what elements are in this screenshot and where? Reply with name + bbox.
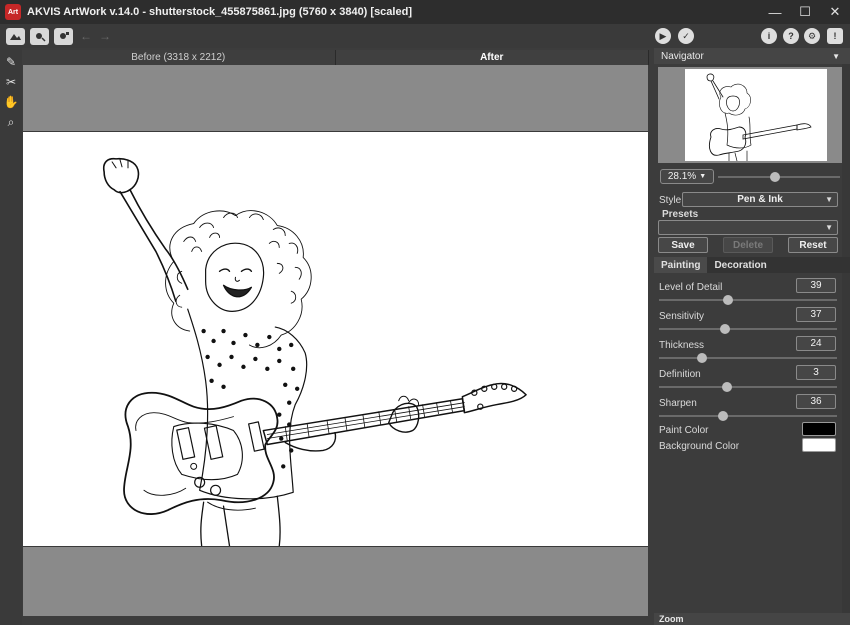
param-value-input[interactable]: 24 [796, 336, 836, 351]
param-label: Definition [659, 369, 701, 380]
tab-painting[interactable]: Painting [654, 257, 708, 273]
maximize-button[interactable]: ☐ [790, 0, 820, 24]
tool-strip: ✎ ✂ ✋ ⌕ [0, 48, 22, 625]
image-viewport[interactable] [23, 65, 648, 616]
hand-tool[interactable]: ✋ [0, 92, 22, 112]
eraser-tool[interactable]: ✂ [0, 72, 22, 92]
zoom-control: 28.1% ▼ [658, 169, 846, 185]
brush-tool[interactable]: ✎ [0, 52, 22, 72]
thumbnail-sketch [706, 73, 812, 162]
background-color-swatch[interactable] [802, 438, 836, 452]
navigator-preview[interactable] [658, 67, 846, 163]
param-level-of-detail: Level of Detail 39 [654, 278, 850, 310]
param-value-input[interactable]: 39 [796, 278, 836, 293]
param-value-input[interactable]: 36 [796, 394, 836, 409]
param-slider-track[interactable] [659, 415, 837, 417]
save-image-button[interactable] [30, 27, 49, 45]
background-color-row: Background Color [654, 438, 850, 457]
navigator-title: Navigator [661, 50, 704, 62]
hand-icon: ✋ [3, 95, 19, 109]
param-slider-handle[interactable] [718, 411, 729, 421]
eraser-icon: ✂ [5, 75, 17, 89]
navigator-menu-icon[interactable]: ▼ [832, 52, 840, 61]
result-image [23, 131, 648, 547]
preset-buttons: Save Delete Reset [658, 237, 838, 253]
param-value-input[interactable]: 3 [796, 365, 836, 380]
param-label: Sensitivity [659, 311, 705, 322]
open-image-button[interactable] [6, 27, 25, 45]
param-sensitivity: Sensitivity 37 [654, 307, 850, 339]
pen-ink-sketch [102, 157, 527, 547]
zoom-value: 28.1% [667, 171, 697, 182]
param-value-input[interactable]: 37 [796, 307, 836, 322]
param-slider-handle[interactable] [719, 324, 730, 334]
open-image-icon [10, 33, 21, 40]
param-slider-track[interactable] [659, 357, 837, 359]
help-button[interactable]: ? [783, 28, 799, 44]
paint-color-label: Paint Color [659, 425, 709, 436]
main-toolbar: ← → ▶ ✓ i ? ⚙ ! [0, 24, 850, 48]
navigator-header: Navigator ▼ [654, 48, 850, 64]
background-color-label: Background Color [659, 441, 740, 452]
navigator-thumbnail [685, 69, 827, 162]
close-button[interactable]: ✕ [820, 0, 850, 24]
param-slider-track[interactable] [659, 386, 837, 388]
zoom-panel-header: Zoom [654, 613, 850, 625]
chevron-down-icon: ▼ [825, 195, 833, 204]
settings-panel: Navigator ▼ 28.1% ▼ Style: Pen & Ink ▼ P… [654, 48, 850, 625]
reset-button[interactable]: Reset [788, 237, 838, 253]
before-after-tabs: Before (3318 x 2212) After [22, 50, 649, 65]
window-title: AKVIS ArtWork v.14.0 - shutterstock_4558… [27, 6, 412, 18]
delete-preset-button[interactable]: Delete [723, 237, 773, 253]
tab-decoration[interactable]: Decoration [707, 257, 773, 273]
param-slider-track[interactable] [659, 328, 837, 330]
tab-after[interactable]: After [335, 50, 649, 65]
style-label: Style: [659, 195, 685, 206]
window-controls: — ☐ ✕ [760, 0, 850, 24]
brush-icon: ✎ [5, 55, 17, 69]
param-thickness: Thickness 24 [654, 336, 850, 368]
app-logo-icon: Art [5, 4, 21, 20]
chevron-down-icon: ▼ [699, 173, 707, 180]
presets-select[interactable]: ▼ [658, 220, 838, 235]
param-definition: Definition 3 [654, 365, 850, 397]
print-image-icon [60, 31, 69, 39]
save-preset-button[interactable]: Save [658, 237, 708, 253]
paint-color-swatch[interactable] [802, 422, 836, 436]
chevron-down-icon: ▼ [825, 223, 833, 232]
param-slider-track[interactable] [659, 299, 837, 301]
zoom-slider-handle[interactable] [770, 172, 781, 182]
presets-label: Presets [662, 209, 699, 220]
run-button[interactable]: ▶ [655, 28, 671, 44]
param-slider-handle[interactable] [723, 295, 734, 305]
param-label: Level of Detail [659, 282, 723, 293]
settings-button[interactable]: ⚙ [804, 28, 820, 44]
minimize-button[interactable]: — [760, 0, 790, 24]
settings-tabs: Painting Decoration [654, 257, 850, 273]
param-label: Thickness [659, 340, 705, 351]
redo-button[interactable]: → [99, 29, 111, 43]
apply-button[interactable]: ✓ [678, 28, 694, 44]
save-image-icon [36, 32, 46, 42]
canvas-area: Before (3318 x 2212) After [22, 48, 649, 620]
param-label: Sharpen [659, 398, 697, 409]
tab-before[interactable]: Before (3318 x 2212) [22, 50, 336, 65]
title-bar: Art AKVIS ArtWork v.14.0 - shutterstock_… [0, 0, 850, 24]
undo-button[interactable]: ← [80, 29, 92, 43]
print-image-button[interactable] [54, 27, 73, 45]
zoom-select[interactable]: 28.1% ▼ [660, 169, 714, 184]
zoom-tool[interactable]: ⌕ [0, 112, 22, 132]
style-value: Pen & Ink [737, 194, 783, 205]
zoom-icon: ⌕ [7, 114, 15, 129]
param-slider-handle[interactable] [696, 353, 707, 363]
style-select[interactable]: Pen & Ink ▼ [682, 192, 838, 207]
notifications-button[interactable]: ! [827, 28, 843, 44]
param-slider-handle[interactable] [721, 382, 732, 392]
info-button[interactable]: i [761, 28, 777, 44]
